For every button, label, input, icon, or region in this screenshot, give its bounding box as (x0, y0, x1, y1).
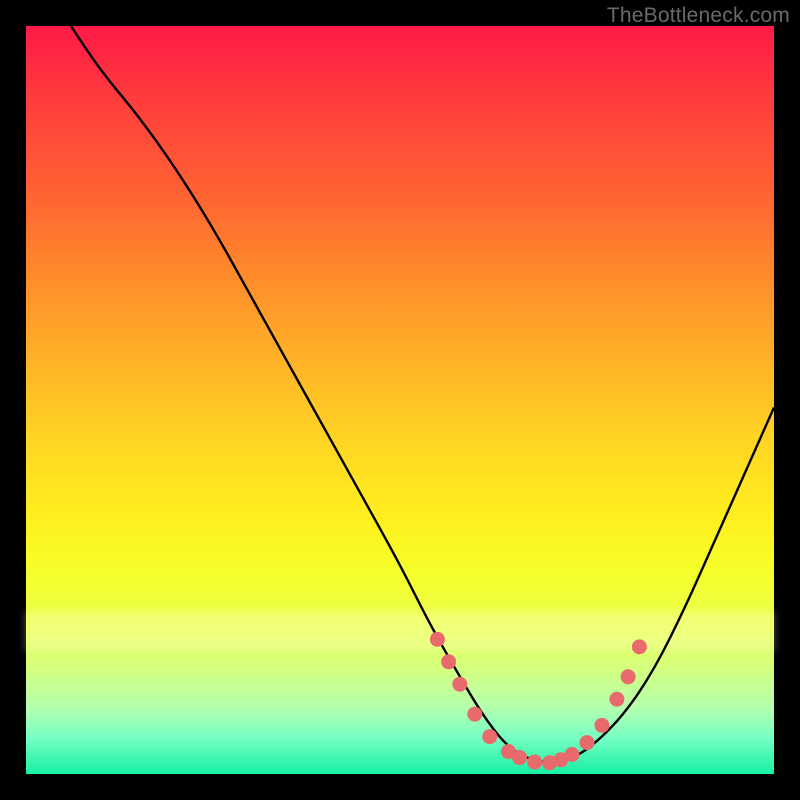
data-point (621, 669, 636, 684)
data-point (452, 677, 467, 692)
data-point (430, 632, 445, 647)
data-point (527, 755, 542, 770)
data-point (482, 729, 497, 744)
watermark-text: TheBottleneck.com (607, 4, 790, 28)
data-point (512, 750, 527, 765)
data-point (441, 654, 456, 669)
bottleneck-chart (26, 26, 774, 774)
curve-line (71, 26, 774, 762)
data-point (580, 735, 595, 750)
data-point (565, 747, 580, 762)
data-point (632, 639, 647, 654)
data-point (594, 718, 609, 733)
data-point (609, 692, 624, 707)
curve-markers (430, 632, 647, 770)
data-point (467, 707, 482, 722)
